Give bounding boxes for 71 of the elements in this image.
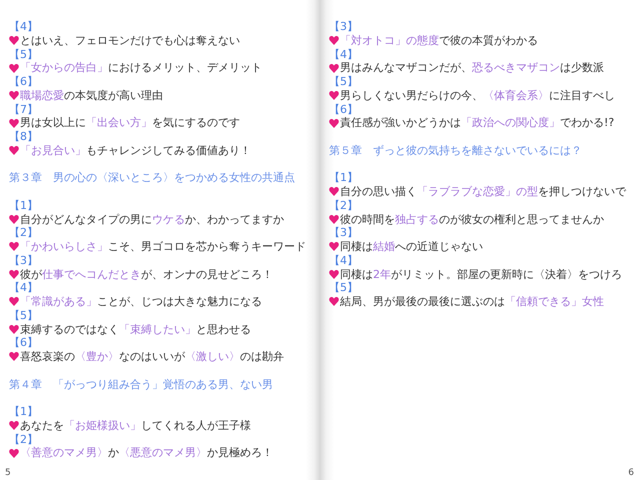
item-number: 【3】 [329, 20, 358, 34]
item-text: 同棲は結婚への近道じゃない [340, 240, 483, 254]
heart-icon [9, 242, 19, 252]
item-number: 【4】 [329, 254, 358, 268]
page-number: 5 [5, 468, 11, 478]
item-text: 「お見合い」もチャレンジしてみる価値あり！ [20, 144, 251, 158]
item-number: 【8】 [9, 130, 38, 144]
item-text: 「常識がある」ことが、じつは大きな魅力になる [20, 295, 262, 309]
heart-icon [9, 64, 19, 73]
heart-icon [9, 36, 19, 46]
heart-icon [9, 146, 19, 156]
heart-icon [9, 324, 19, 334]
item-number: 【4】 [9, 20, 38, 34]
heart-icon [329, 36, 339, 46]
item-text: 彼の時間を独占するのが彼女の権利と思ってませんか [340, 212, 604, 226]
item-text: 「かわいらしさ」こそ、男ゴコロを芯から奪うキーワード [20, 240, 306, 254]
item-number: 【5】 [329, 75, 358, 89]
item-number: 【2】 [9, 432, 38, 446]
heart-icon [329, 242, 339, 252]
item-number: 【5】 [329, 281, 358, 295]
chapter-heading: 第５章 ずっと彼の気持ちを離さないでいるには？ [329, 144, 582, 158]
item-number: 【5】 [9, 308, 38, 322]
item-text: 責任感が強いかどうかは「政治への関心度」でわかる!? [340, 116, 614, 130]
item-number: 【4】 [329, 48, 358, 62]
item-text: 「女からの告白」におけるメリット、デメリット [20, 61, 262, 75]
item-number: 【2】 [9, 226, 38, 240]
item-number: 【6】 [9, 75, 38, 89]
item-text: 自分がどんなタイプの男にウケるか、わかってますか [20, 212, 284, 226]
item-text: 男はみんなマザコンだが、恐るべきマザコンは少数派 [340, 61, 604, 75]
heart-icon [9, 270, 19, 279]
heart-icon [9, 352, 19, 362]
item-number: 【5】 [9, 48, 38, 62]
chapter-heading: 第３章 男の心の〈深いところ〉をつかめる女性の共通点 [9, 171, 295, 185]
item-text: 「対オトコ」の態度で彼の本質がわかる [340, 34, 538, 48]
item-number: 【7】 [9, 102, 38, 116]
item-text: 自分の思い描く「ラブラブな恋愛」の型を押しつけないで [340, 185, 626, 199]
item-number: 【4】 [9, 281, 38, 295]
item-text: 男は女以上に「出会い方」を気にするのです [20, 116, 240, 130]
item-number: 【1】 [9, 198, 38, 212]
item-number: 【6】 [9, 336, 38, 350]
item-number: 【1】 [9, 405, 38, 419]
item-text: 〈善意のマメ男〉か〈悪意のマメ男〉か見極めろ！ [20, 446, 273, 460]
page-number: 6 [628, 468, 634, 478]
chapter-heading: 第４章 「がっつり組み合う」覚悟のある男、ない男 [9, 378, 273, 392]
heart-icon [329, 118, 339, 128]
item-text: あなたを「お姫様扱い」してくれる人が王子様 [20, 418, 251, 432]
item-text: 彼が仕事でへコんだとき が、オンナの見せどころ！ [20, 268, 273, 282]
item-number: 【2】 [329, 198, 358, 212]
heart-icon [329, 214, 339, 224]
item-text: 結局、男が最後の最後に選ぶのは「信頼できる」女性 [340, 295, 604, 309]
heart-icon [9, 118, 19, 128]
heart-icon [9, 297, 19, 306]
item-text: 職場恋愛の本気度が高い理由 [20, 88, 163, 102]
heart-icon [9, 214, 19, 224]
heart-icon [9, 91, 19, 100]
heart-icon [329, 187, 339, 196]
heart-icon [329, 64, 339, 73]
item-text: 男らしくない男だらけの今、〈体育会系〉に注目すべし [340, 88, 615, 102]
item-text: 同棲は2年がリミット。部屋の更新時に〈決着〉をつけろ [340, 268, 622, 282]
item-number: 【3】 [9, 254, 38, 268]
heart-icon [329, 91, 339, 100]
heart-icon [329, 270, 339, 279]
item-text: 束縛するのではなく「束縛したい」と思わせる [20, 322, 251, 336]
heart-icon [9, 448, 19, 458]
heart-icon [329, 297, 339, 306]
item-text: 喜怒哀楽の〈豊か〉なのはいいが〈激しい〉のは勘弁 [20, 350, 284, 364]
item-number: 【3】 [329, 226, 358, 240]
heart-icon [9, 421, 19, 430]
item-text: とはいえ、フェロモンだけでも心は奪えない [20, 34, 240, 48]
item-number: 【6】 [329, 102, 358, 116]
item-number: 【1】 [329, 171, 358, 185]
